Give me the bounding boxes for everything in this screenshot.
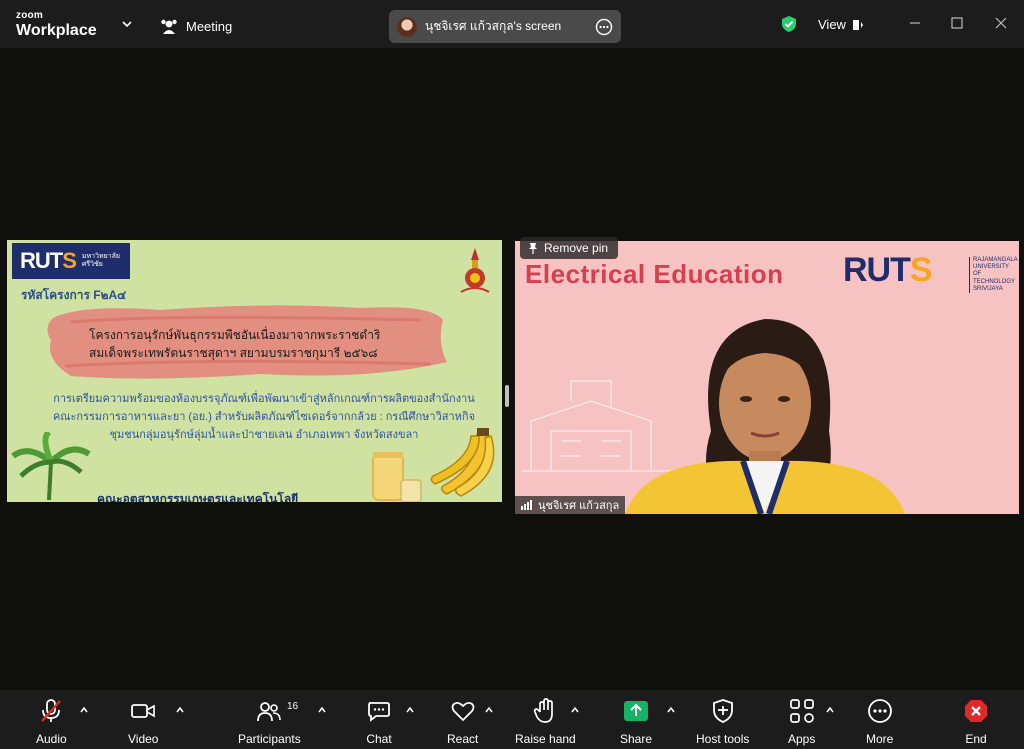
- title-bar: zoom Workplace Meeting นุชจิเรศ แก้วสกุล…: [0, 0, 1024, 48]
- slide-description-line: การเตรียมความพร้อมของห้องบรรจุภัณฑ์เพื่อ…: [53, 393, 475, 405]
- meeting-menu[interactable]: Meeting: [160, 16, 232, 36]
- ruts-logo-text: RUTS: [20, 248, 77, 273]
- slide-title-line: สมเด็จพระเทพรัตนราชสุดาฯ สยามบรมราชกุมาร…: [89, 346, 378, 360]
- meeting-label: Meeting: [186, 18, 233, 34]
- audio-label: Audio: [36, 732, 67, 746]
- end-meeting-button[interactable]: End: [963, 698, 989, 746]
- audio-options-caret-icon[interactable]: [79, 705, 89, 715]
- muted-microphone-icon: [38, 698, 64, 724]
- participant-video-tile[interactable]: Electrical Education RUTS RAJAMANGALA UN…: [515, 241, 1019, 514]
- apps-options-caret-icon[interactable]: [825, 705, 835, 715]
- ruts-logo-subtext: มหาวิทยาลัย ศรีวิชัย: [81, 253, 121, 268]
- ruts-logo: RUTS: [843, 251, 933, 289]
- shared-screen-slide[interactable]: RUTS มหาวิทยาลัย ศรีวิชัย รหัสโครงการ F๒…: [7, 240, 502, 502]
- audio-button[interactable]: Audio: [36, 698, 67, 746]
- apps-icon: [789, 698, 815, 724]
- react-label: React: [447, 732, 479, 746]
- react-options-caret-icon[interactable]: [484, 705, 494, 715]
- chevron-down-icon[interactable]: [120, 17, 134, 31]
- slide-description-line: คณะกรรมการอาหารและยา (อย.) สำหรับผลิตภัณ…: [52, 411, 476, 423]
- faculty-name: คณะอุตสาหกรรมเกษตรและเทคโนโลยี: [97, 492, 299, 502]
- end-label: End: [965, 732, 987, 746]
- logo-workplace-text: Workplace: [16, 22, 97, 39]
- video-label: Video: [128, 732, 159, 746]
- maximize-icon[interactable]: [948, 14, 966, 32]
- logo-zoom-text: zoom: [16, 10, 43, 21]
- avatar: [397, 16, 417, 37]
- chat-bubble-icon: [366, 698, 392, 724]
- chat-options-caret-icon[interactable]: [405, 705, 415, 715]
- zoom-workplace-logo[interactable]: zoom Workplace: [16, 11, 97, 39]
- raise-hand-options-caret-icon[interactable]: [570, 705, 580, 715]
- end-meeting-icon: [963, 698, 989, 724]
- video-camera-icon: [130, 698, 156, 724]
- view-label: View: [818, 17, 846, 32]
- security-shield-icon[interactable]: [780, 15, 798, 33]
- pin-icon: [529, 243, 537, 254]
- slide-title: โครงการอนุรักษ์พันธุกรรมพืชอันเนื่องมาจา…: [89, 326, 429, 362]
- cider-jars-icon: [372, 452, 422, 502]
- meeting-controls-toolbar: Audio Video Participants 16 Chat React R…: [0, 690, 1024, 749]
- split-view-resize-handle[interactable]: [505, 385, 509, 407]
- apps-label: Apps: [788, 732, 816, 746]
- participant-name: นุชจิเรศ แก้วสกุล: [538, 500, 620, 512]
- ruts-logo-subtext: RAJAMANGALA UNIVERSITY OF TECHNOLOGY SRI…: [969, 257, 1018, 293]
- participants-label: Participants: [238, 732, 301, 746]
- view-layout-icon: [852, 19, 863, 30]
- more-options-icon[interactable]: [595, 18, 613, 36]
- view-button[interactable]: View: [818, 17, 864, 32]
- more-button[interactable]: More: [866, 698, 893, 746]
- remove-pin-button[interactable]: Remove pin: [520, 237, 618, 259]
- chat-button[interactable]: Chat: [366, 698, 392, 746]
- react-button[interactable]: React: [447, 698, 478, 746]
- ruts-logo: RUTS มหาวิทยาลัย ศรีวิชัย: [12, 243, 130, 279]
- slide-title-line: โครงการอนุรักษ์พันธุกรรมพืชอันเนื่องมาจา…: [89, 328, 381, 342]
- raise-hand-label: Raise hand: [515, 732, 576, 746]
- raise-hand-button[interactable]: Raise hand: [515, 698, 576, 746]
- close-icon[interactable]: [992, 14, 1010, 32]
- more-dots-icon: [867, 698, 893, 724]
- royal-crest-icon: [460, 248, 490, 293]
- participant-video-person: [625, 319, 905, 514]
- more-label: More: [866, 732, 894, 746]
- signal-strength-icon: [521, 500, 532, 510]
- banana-bunch-icon: [430, 428, 495, 497]
- screen-share-indicator[interactable]: นุชจิเรศ แก้วสกุล's screen: [389, 10, 621, 43]
- share-owner-label: นุชจิเรศ แก้วสกุล's screen: [425, 19, 562, 33]
- share-label: Share: [620, 732, 653, 746]
- share-button[interactable]: Share: [620, 698, 652, 746]
- banana-tree-icon: [11, 432, 91, 500]
- participant-name-tag: นุชจิเรศ แก้วสกุล: [515, 496, 626, 514]
- remove-pin-label: Remove pin: [544, 241, 609, 255]
- participants-options-caret-icon[interactable]: [317, 705, 327, 715]
- chat-label: Chat: [366, 732, 392, 746]
- host-tools-label: Host tools: [696, 732, 750, 746]
- share-screen-icon: [623, 698, 649, 724]
- heart-icon: [450, 698, 476, 724]
- virtual-background-title: Electrical Education: [525, 259, 784, 289]
- shield-icon: [710, 698, 736, 724]
- people-icon: [161, 19, 177, 34]
- participants-count: 16: [287, 701, 299, 712]
- host-tools-button[interactable]: Host tools: [696, 698, 749, 746]
- video-button[interactable]: Video: [128, 698, 158, 746]
- participants-icon: [256, 698, 282, 724]
- video-options-caret-icon[interactable]: [175, 705, 185, 715]
- raise-hand-icon: [532, 698, 558, 724]
- share-options-caret-icon[interactable]: [666, 705, 676, 715]
- apps-button[interactable]: Apps: [788, 698, 815, 746]
- minimize-icon[interactable]: [906, 14, 924, 32]
